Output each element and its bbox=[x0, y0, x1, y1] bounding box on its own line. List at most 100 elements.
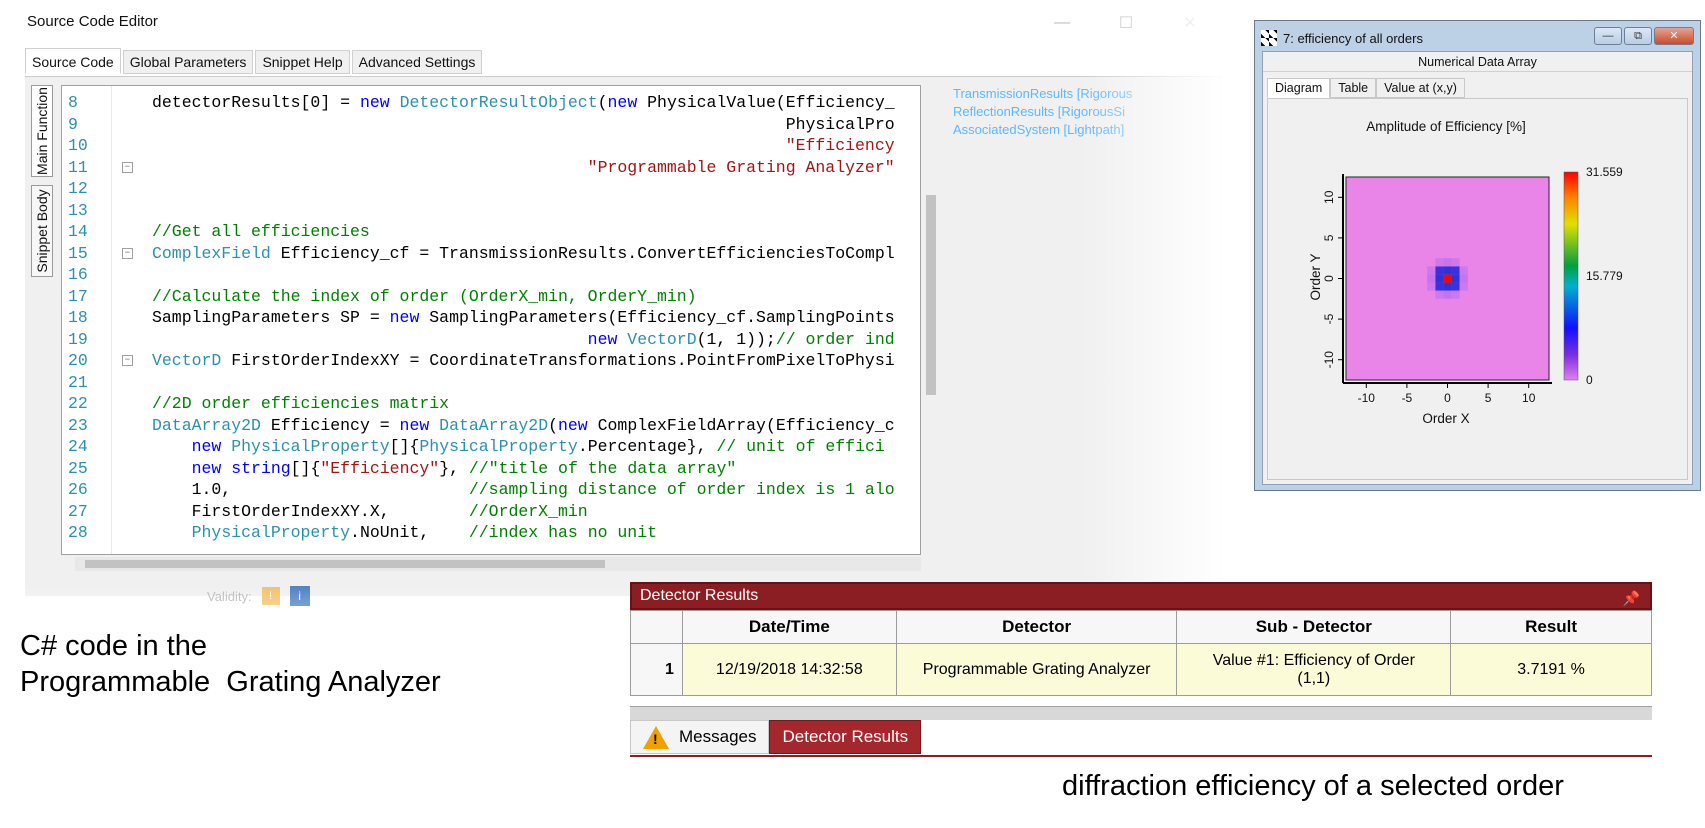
horizontal-scroll-thumb[interactable] bbox=[85, 560, 605, 568]
code-line[interactable]: 25 new string[]{"Efficiency"}, //"title … bbox=[62, 458, 920, 480]
column-header-result[interactable]: Result bbox=[1450, 610, 1652, 644]
code-line[interactable]: 26 1.0, //sampling distance of order ind… bbox=[62, 479, 920, 501]
detector-results-table: Date/Time Detector Sub - Detector Result… bbox=[630, 610, 1652, 696]
code-line[interactable]: 27 FirstOrderIndexXY.X, //OrderX_min bbox=[62, 501, 920, 523]
vtab-main-function[interactable]: Main Function bbox=[31, 85, 53, 177]
code-area[interactable]: 8 detectorResults[0] = new DetectorResult… bbox=[61, 85, 921, 555]
side-item-associated-system[interactable]: AssociatedSystem [Lightpath] bbox=[953, 121, 1193, 139]
table-scroll-strip[interactable] bbox=[630, 706, 1652, 720]
code-line[interactable]: 11 − "Programmable Grating Analyzer" bbox=[62, 157, 920, 179]
editor-title: Source Code Editor bbox=[27, 13, 158, 30]
vertical-scrollbar[interactable] bbox=[923, 85, 939, 555]
code-line[interactable]: 28 PhysicalProperty.NoUnit, //index has … bbox=[62, 522, 920, 544]
code-line[interactable]: 22 //2D order efficiencies matrix bbox=[62, 393, 920, 415]
warning-icon[interactable]: ! bbox=[261, 587, 280, 605]
code-line[interactable]: 12 bbox=[62, 178, 920, 200]
code-text: //2D order efficiencies matrix bbox=[152, 394, 450, 413]
restore-icon[interactable]: ⧉ bbox=[1624, 27, 1652, 45]
close-icon[interactable]: ✕ bbox=[1654, 27, 1694, 45]
tab-value-at-xy[interactable]: Value at (x,y) bbox=[1376, 78, 1465, 98]
code-text: VectorD FirstOrderIndexXY = CoordinateTr… bbox=[152, 351, 895, 370]
code-line[interactable]: 10 "Efficiency bbox=[62, 135, 920, 157]
tab-detector-results[interactable]: Detector Results bbox=[769, 720, 922, 754]
code-text: //Calculate the index of order (OrderX_m… bbox=[152, 286, 697, 306]
info-icon[interactable]: i bbox=[289, 586, 310, 606]
line-number: 9 bbox=[68, 114, 78, 134]
tab-table[interactable]: Table bbox=[1330, 78, 1377, 98]
vtab-snippet-body-label: Snippet Body bbox=[34, 189, 50, 273]
column-header-subdetector[interactable]: Sub - Detector bbox=[1176, 610, 1452, 644]
colorbar-ticks: 31.559 15.779 0 bbox=[1586, 165, 1623, 387]
tab-snippet-help[interactable]: Snippet Help bbox=[255, 50, 350, 74]
heatmap-cell bbox=[1459, 282, 1468, 291]
line-number: 11 bbox=[68, 157, 88, 177]
tab-diagram[interactable]: Diagram bbox=[1267, 78, 1331, 98]
code-line[interactable]: 14 //Get all efficiencies bbox=[62, 221, 920, 243]
vtab-snippet-body[interactable]: Snippet Body bbox=[31, 185, 53, 277]
code-text: PhysicalPro bbox=[152, 114, 895, 134]
fold-toggle-icon[interactable]: − bbox=[122, 355, 133, 366]
x-tick-label: 0 bbox=[1444, 391, 1451, 405]
horizontal-scrollbar[interactable] bbox=[75, 557, 921, 571]
tab-messages-label: Messages bbox=[679, 727, 757, 746]
tab-underline bbox=[630, 755, 1652, 757]
tab-messages[interactable]: ! Messages bbox=[630, 720, 770, 754]
diagram-panel: Amplitude of Efficiency [%] -10 -5 0 5 10 10 5… bbox=[1267, 98, 1688, 480]
tab-source-code[interactable]: Source Code bbox=[25, 48, 121, 74]
heatmap-cell bbox=[1443, 266, 1452, 275]
line-number: 17 bbox=[68, 286, 88, 306]
efficiency-heatmap[interactable]: Amplitude of Efficiency [%] -10 -5 0 5 10 10 5… bbox=[1268, 99, 1689, 481]
vertical-scroll-thumb[interactable] bbox=[926, 195, 936, 395]
x-tick-label: -5 bbox=[1402, 391, 1413, 405]
detector-results-header: Detector Results 📌 bbox=[630, 582, 1652, 610]
tab-global-parameters[interactable]: Global Parameters bbox=[122, 50, 254, 74]
heatmap-cell bbox=[1427, 282, 1436, 291]
line-number: 24 bbox=[68, 437, 88, 456]
side-item-reflection[interactable]: ReflectionResults [RigorousSi bbox=[953, 103, 1193, 121]
plot-window-title-text: 7: efficiency of all orders bbox=[1283, 30, 1423, 46]
side-item-transmission[interactable]: TransmissionResults [Rigorous bbox=[953, 85, 1193, 103]
heatmap-cell bbox=[1435, 290, 1444, 299]
plot-window-controls: — ⧉ ✕ bbox=[1594, 27, 1694, 45]
code-line[interactable]: 17 //Calculate the index of order (OrderX… bbox=[62, 286, 920, 308]
code-line[interactable]: 13 bbox=[62, 200, 920, 222]
maximize-icon[interactable]: ☐ bbox=[1094, 6, 1158, 40]
line-number: 25 bbox=[68, 458, 88, 478]
fold-toggle-icon[interactable]: − bbox=[122, 247, 133, 259]
pin-icon[interactable]: 📌 bbox=[1623, 586, 1640, 610]
line-number: 18 bbox=[68, 308, 88, 327]
column-header-detector[interactable]: Detector bbox=[895, 610, 1178, 644]
minimize-icon[interactable]: — bbox=[1030, 6, 1094, 40]
editor-tabs: Source Code Global Parameters Snippet He… bbox=[25, 48, 483, 74]
code-line[interactable]: 8 detectorResults[0] = new DetectorResult… bbox=[62, 92, 920, 114]
heatmap-cell bbox=[1451, 258, 1460, 267]
column-header-datetime[interactable]: Date/Time bbox=[681, 610, 897, 644]
tab-advanced-settings[interactable]: Advanced Settings bbox=[351, 50, 483, 74]
code-text: SamplingParameters SP = new SamplingPara… bbox=[152, 308, 895, 327]
heatmap-cell bbox=[1459, 274, 1468, 283]
app-icon bbox=[1261, 30, 1277, 46]
code-line[interactable]: 19 new VectorD(1, 1));// order ind bbox=[62, 329, 920, 351]
plot-tabs: Diagram Table Value at (x,y) bbox=[1267, 78, 1465, 98]
code-line[interactable]: 18 SamplingParameters SP = new SamplingPa… bbox=[62, 307, 920, 329]
code-line[interactable]: 21 bbox=[62, 372, 920, 394]
table-row[interactable]: 1 12/19/2018 14:32:58 Programmable Grati… bbox=[630, 643, 1652, 696]
code-line[interactable]: 23 DataArray2D Efficiency = new DataArray… bbox=[62, 415, 920, 437]
plot-window-title: 7: efficiency of all orders bbox=[1261, 27, 1423, 49]
code-line[interactable]: 15 − ComplexField Efficiency_cf = Transmis… bbox=[62, 243, 920, 265]
code-text: detectorResults[0] = new DetectorResultO… bbox=[152, 93, 895, 112]
code-text: 1.0, //sampling distance of order index … bbox=[152, 480, 895, 499]
heatmap-cell bbox=[1451, 266, 1460, 275]
code-line[interactable]: 20 − VectorD FirstOrderIndexXY = Coordinat… bbox=[62, 350, 920, 372]
close-icon[interactable]: ✕ bbox=[1158, 6, 1222, 40]
line-number: 26 bbox=[68, 480, 88, 499]
minimize-icon[interactable]: — bbox=[1594, 27, 1622, 45]
fold-toggle-icon[interactable]: − bbox=[122, 161, 133, 173]
editor-body: Main Function Snippet Body 8 detectorResu… bbox=[25, 76, 1222, 596]
line-number: 22 bbox=[68, 394, 88, 413]
code-line[interactable]: 24 new PhysicalProperty[]{PhysicalProper… bbox=[62, 436, 920, 458]
code-line[interactable]: 16 bbox=[62, 264, 920, 286]
caption-left: C# code in the Programmable Grating Anal… bbox=[20, 630, 441, 698]
code-line[interactable]: 9 PhysicalPro bbox=[62, 114, 920, 136]
cell-result: 3.7191 % bbox=[1450, 643, 1652, 696]
